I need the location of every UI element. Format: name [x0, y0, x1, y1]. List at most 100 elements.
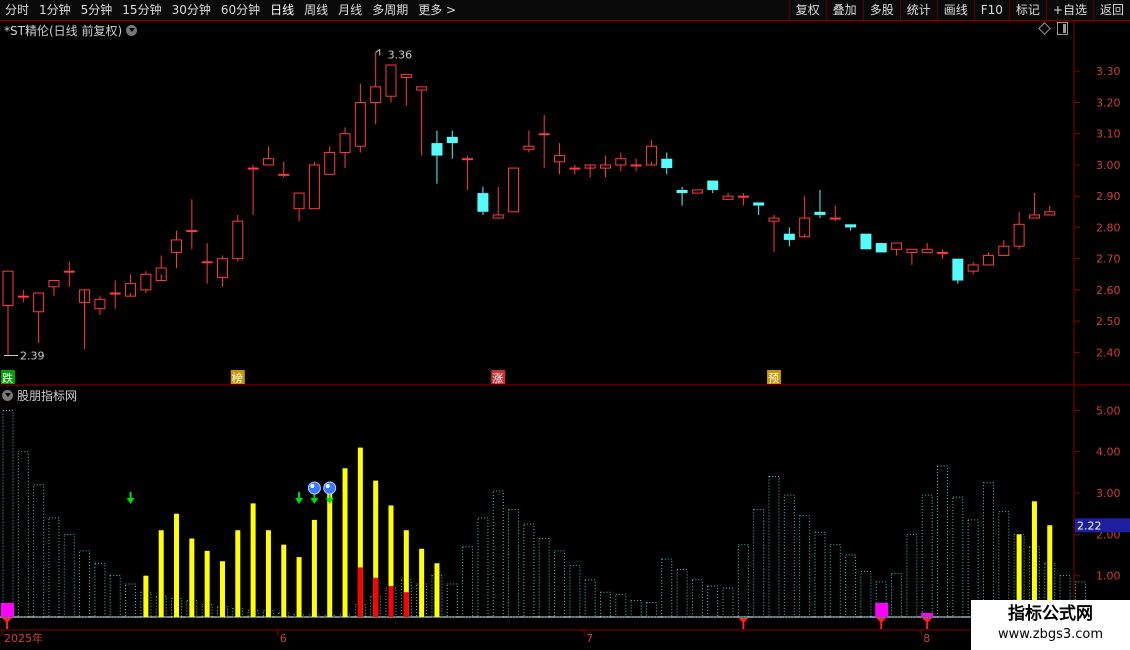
candle-body	[937, 251, 949, 254]
cyan-bar	[891, 573, 903, 618]
date-tick-label: 8	[923, 632, 930, 645]
candle-body	[860, 233, 872, 250]
candle-body	[416, 86, 428, 91]
cyan-bar	[982, 482, 994, 618]
candle	[262, 146, 274, 166]
candle-body	[630, 164, 642, 167]
candle	[216, 255, 228, 287]
candle	[906, 248, 918, 265]
candle	[982, 252, 994, 266]
cyan-bar	[79, 550, 91, 618]
candle-body	[354, 101, 366, 147]
candle-body	[737, 195, 749, 198]
candle	[354, 83, 366, 153]
candle-body	[186, 230, 198, 233]
chart-canvas: 2.40 2.50 2.60 2.70 2.80 2.90 3.00 3.10 3.20 3.30…	[0, 20, 1130, 650]
candle	[155, 255, 167, 282]
cyan-bar	[630, 599, 642, 618]
candle-body	[982, 255, 994, 266]
candle	[1013, 211, 1025, 250]
cyan-bar	[691, 579, 703, 618]
indicator-tick-label: 1.00	[1096, 570, 1121, 583]
cyan-bar	[523, 523, 535, 618]
diamond-icon[interactable]	[1038, 22, 1051, 35]
candle-body	[477, 193, 489, 212]
green-arrow-marker	[295, 492, 304, 504]
cyan-bar	[462, 546, 474, 618]
candle	[308, 161, 320, 210]
candle	[400, 73, 412, 106]
chevron-down-icon[interactable]	[126, 24, 138, 36]
candle-body	[308, 164, 320, 210]
date-tick-label: 7	[586, 632, 593, 645]
yellow-bar	[143, 575, 149, 617]
candle-body	[1044, 211, 1056, 216]
candle	[79, 289, 91, 350]
candle	[737, 193, 749, 206]
event-tag: 涨	[491, 370, 506, 385]
candle	[630, 158, 642, 172]
candle	[998, 239, 1010, 257]
candle	[370, 52, 382, 125]
candle-body	[63, 270, 75, 273]
price-tick-label: 2.80	[1096, 221, 1121, 234]
candle	[921, 243, 933, 253]
candle	[1028, 193, 1040, 219]
cyan-bar	[2, 409, 14, 618]
candle-body	[538, 133, 550, 136]
candle-body	[569, 167, 581, 170]
cyan-bar	[446, 583, 458, 618]
yellow-bar	[174, 513, 180, 617]
cyan-bar	[845, 554, 857, 618]
candle	[278, 161, 290, 178]
price-tick-label: 3.20	[1096, 96, 1121, 109]
watermark-url: www.zbgs3.com	[997, 627, 1104, 642]
yellow-bar	[158, 530, 164, 617]
candle-body	[998, 245, 1010, 257]
candle	[201, 243, 213, 284]
yellow-bar	[311, 519, 317, 617]
candle-body	[599, 164, 611, 169]
ball-highlight	[310, 484, 315, 488]
cyan-bar	[477, 517, 489, 618]
cyan-bar	[615, 593, 627, 618]
candle	[691, 189, 703, 194]
candle	[17, 289, 29, 303]
candle-body	[676, 189, 688, 194]
yellow-bar	[265, 530, 271, 617]
candle	[875, 243, 887, 253]
cyan-bar	[554, 550, 566, 618]
panel-toggle-icon[interactable]	[1057, 22, 1068, 35]
candle-body	[952, 258, 964, 281]
cyan-bar	[661, 558, 673, 618]
red-pin-marker	[876, 618, 887, 629]
candle	[707, 180, 719, 194]
candle-body	[554, 155, 566, 163]
chart-header: *ST精伦(日线 前复权)	[4, 22, 138, 38]
date-axis: 2025年 6 7 8	[1, 630, 930, 645]
indicator-tick-label: 3.00	[1096, 487, 1121, 500]
watermark-title: 指标公式网	[1008, 604, 1093, 624]
cyan-bar	[33, 484, 45, 618]
cyan-bar	[799, 515, 811, 618]
chevron-down-icon[interactable]	[2, 389, 13, 401]
magenta-square-marker	[921, 613, 934, 617]
yellow-bar	[419, 548, 425, 617]
candle-body	[906, 248, 918, 253]
candle-body	[508, 167, 520, 213]
candle	[569, 164, 581, 175]
cyan-bar	[109, 575, 121, 618]
cyan-bar	[829, 544, 841, 618]
candle	[860, 233, 872, 250]
candle-body	[140, 273, 152, 291]
candle	[232, 214, 244, 262]
candle-body	[385, 64, 397, 97]
cyan-bar	[125, 583, 137, 618]
candle	[937, 249, 949, 259]
candle-body	[707, 180, 719, 190]
red-pin-marker	[922, 618, 933, 629]
cyan-bar	[707, 585, 719, 618]
candle	[676, 186, 688, 206]
candle	[538, 114, 550, 169]
candle-body	[216, 258, 228, 278]
